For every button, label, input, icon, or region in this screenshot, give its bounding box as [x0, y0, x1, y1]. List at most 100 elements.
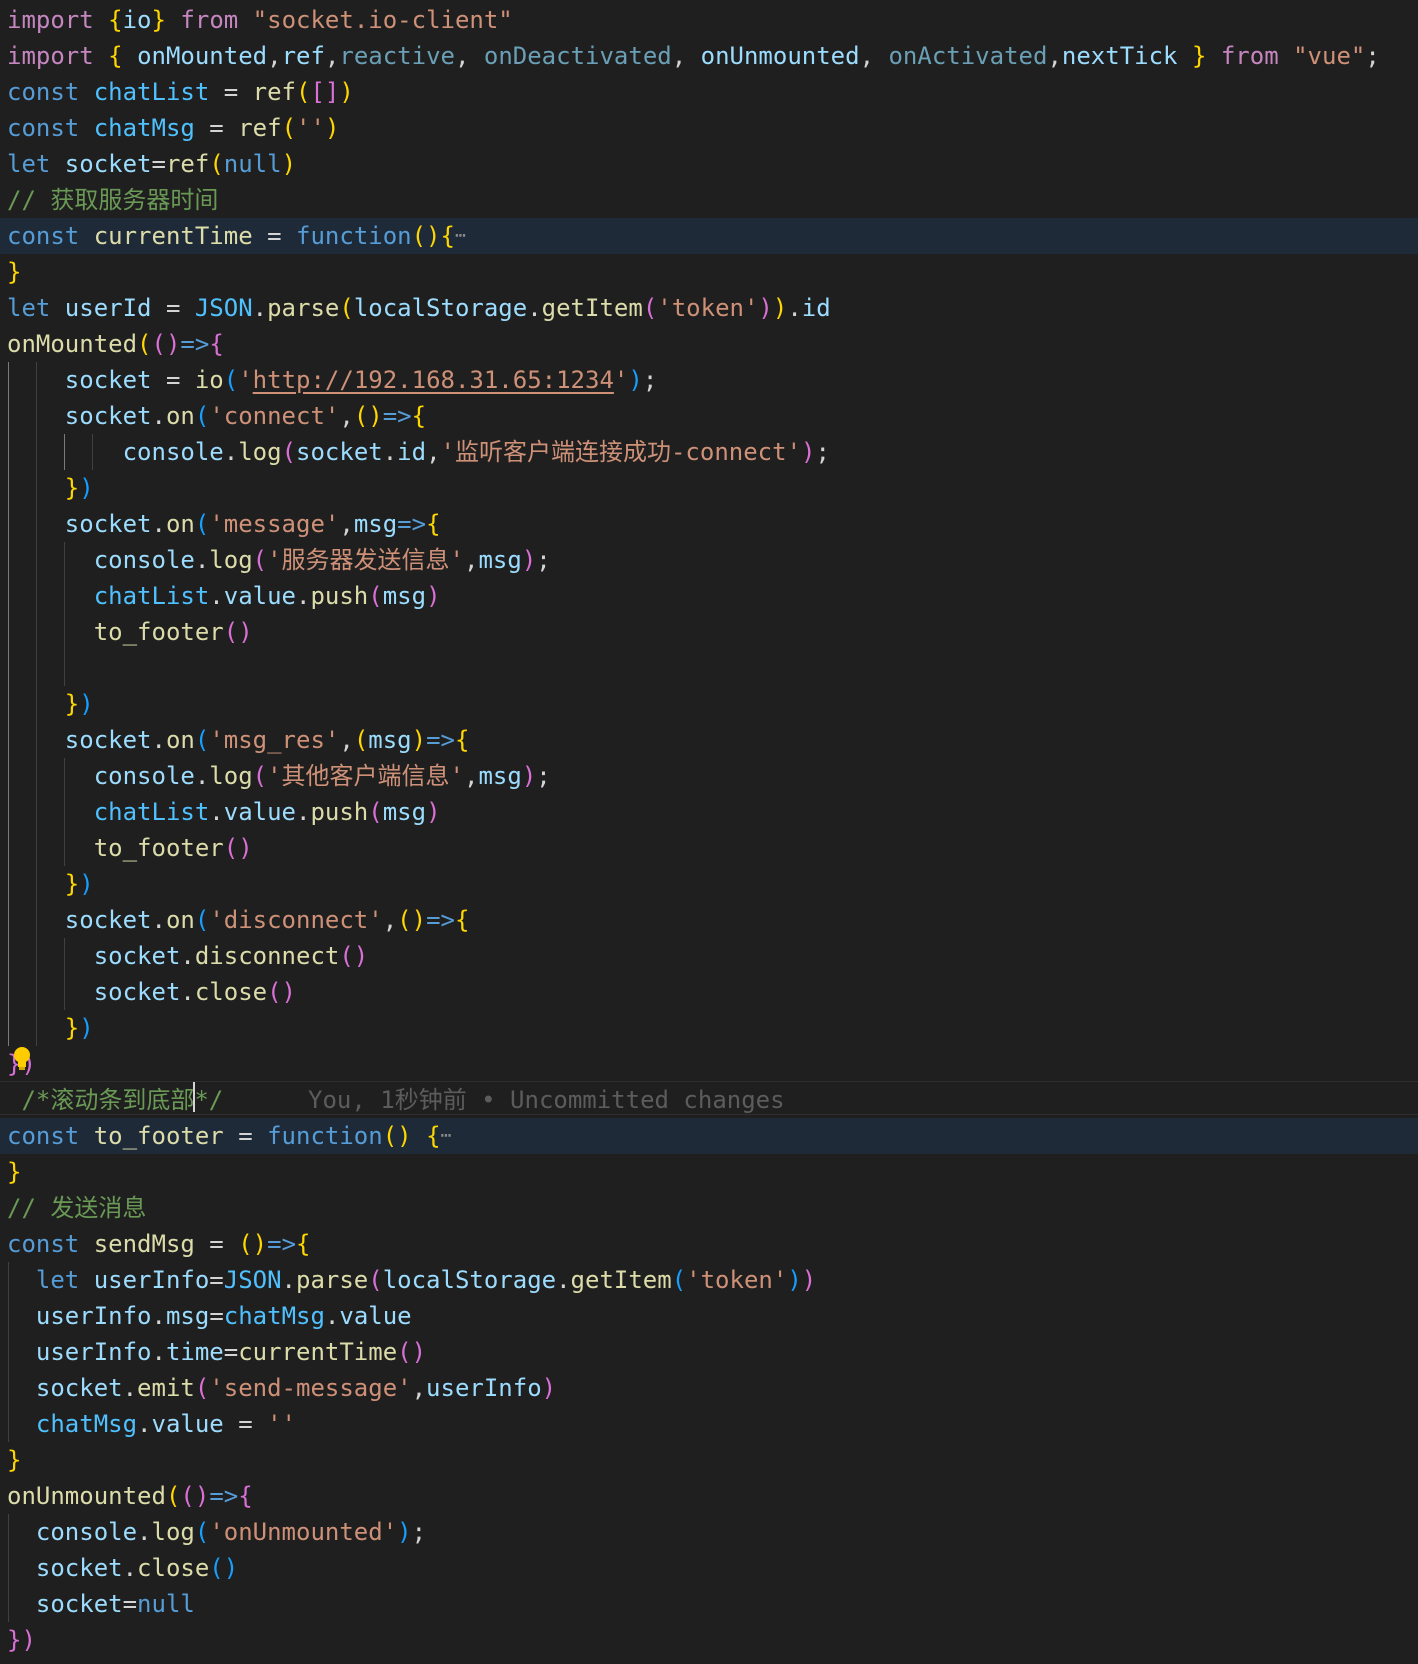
code-token: from: [1220, 42, 1294, 70]
code-token: {: [238, 1482, 253, 1510]
code-token: (): [353, 402, 383, 430]
code-line[interactable]: socket.emit('send-message',userInfo): [0, 1370, 1418, 1406]
code-line[interactable]: chatList.value.push(msg): [0, 794, 1418, 830]
code-line[interactable]: const chatList = ref([]): [0, 74, 1418, 110]
code-line[interactable]: const sendMsg = ()=>{: [0, 1226, 1418, 1262]
code-line[interactable]: socket.close(): [0, 974, 1418, 1010]
code-token: socket: [7, 510, 152, 538]
code-line[interactable]: }): [0, 1622, 1418, 1658]
git-blame-annotation: You, 1秒钟前 • Uncommitted changes: [308, 1086, 785, 1114]
code-token: .: [151, 510, 166, 538]
code-token: ,: [267, 42, 282, 70]
folded-region-ellipsis[interactable]: ⋯: [455, 225, 466, 246]
code-line[interactable]: [0, 650, 1418, 686]
code-line[interactable]: socket=null: [0, 1586, 1418, 1622]
code-line[interactable]: socket.on('message',msg=>{: [0, 506, 1418, 542]
code-line[interactable]: }): [0, 866, 1418, 902]
code-line[interactable]: userInfo.msg=chatMsg.value: [0, 1298, 1418, 1334]
code-line[interactable]: console.log('onUnmounted');: [0, 1514, 1418, 1550]
code-line[interactable]: let userInfo=JSON.parse(localStorage.get…: [0, 1262, 1418, 1298]
code-token: import: [7, 6, 109, 34]
code-token: (): [397, 1338, 427, 1366]
code-line[interactable]: to_footer(): [0, 614, 1418, 650]
code-editor[interactable]: import {io} from "socket.io-client" impor…: [0, 0, 1418, 1664]
code-token: 'onUnmounted': [209, 1518, 398, 1546]
code-line[interactable]: chatList.value.push(msg): [0, 578, 1418, 614]
code-token: {: [411, 402, 427, 430]
code-line[interactable]: socket.on('disconnect',()=>{: [0, 902, 1418, 938]
code-token: socket: [7, 942, 181, 970]
code-line[interactable]: socket.disconnect(): [0, 938, 1418, 974]
code-token: ,: [671, 42, 701, 70]
code-line[interactable]: userInfo.time=currentTime(): [0, 1334, 1418, 1370]
code-token: =>: [426, 726, 455, 754]
code-token: (): [267, 978, 296, 1006]
code-token: ;: [536, 546, 551, 574]
code-token: ): [281, 150, 297, 178]
code-line[interactable]: }): [0, 686, 1418, 722]
code-line[interactable]: socket = io('http://192.168.31.65:1234')…: [0, 362, 1418, 398]
code-token: let: [7, 1266, 94, 1294]
code-token: (: [353, 726, 369, 754]
folded-region-ellipsis[interactable]: ⋯: [441, 1125, 452, 1146]
code-line[interactable]: chatMsg.value = '': [0, 1406, 1418, 1442]
code-token: ): [426, 798, 441, 826]
code-line[interactable]: /*滚动条到底部*/ You, 1秒钟前 • Uncommitted change…: [0, 1082, 1418, 1118]
code-token: (: [339, 294, 354, 322]
code-line[interactable]: }: [0, 254, 1418, 290]
code-line[interactable]: socket.close(): [0, 1550, 1418, 1586]
code-token: userInfo: [7, 1338, 152, 1366]
code-token: log: [209, 762, 253, 790]
code-token: (: [368, 582, 383, 610]
code-token: .: [122, 1374, 138, 1402]
code-line[interactable]: console.log(socket.id,'监听客户端连接成功-connect…: [0, 434, 1418, 470]
code-token: =: [209, 78, 253, 106]
code-line[interactable]: import { onMounted,ref,reactive, onDeact…: [0, 38, 1418, 74]
code-line[interactable]: }): [0, 1010, 1418, 1046]
code-line[interactable]: let userId = JSON.parse(localStorage.get…: [0, 290, 1418, 326]
code-token: =: [209, 1266, 224, 1294]
code-line[interactable]: import {io} from "socket.io-client": [0, 2, 1418, 38]
code-token: ): [79, 690, 94, 718]
code-token: ,: [324, 42, 340, 70]
code-line[interactable]: }: [0, 1442, 1418, 1478]
code-line[interactable]: let socket=ref(null): [0, 146, 1418, 182]
code-line[interactable]: socket.on('connect',()=>{: [0, 398, 1418, 434]
code-line[interactable]: to_footer(): [0, 830, 1418, 866]
code-line[interactable]: onUnmounted(()=>{: [0, 1478, 1418, 1514]
code-token: ): [801, 438, 816, 466]
code-token: socket: [7, 402, 152, 430]
code-line[interactable]: // 获取服务器时间: [0, 182, 1418, 218]
code-line[interactable]: const currentTime = function(){⋯: [0, 218, 1418, 254]
code-token: ): [787, 1266, 802, 1294]
code-token: currentTime: [238, 1338, 398, 1366]
code-token: on: [165, 510, 195, 538]
code-token: }: [151, 6, 181, 34]
lightbulb-icon[interactable]: [12, 1046, 32, 1072]
indent-guide: [64, 542, 65, 686]
code-line[interactable]: console.log('其他客户端信息',msg);: [0, 758, 1418, 794]
code-token: JSON: [223, 1266, 282, 1294]
code-line[interactable]: // 发送消息: [0, 1190, 1418, 1226]
code-token: {: [426, 510, 441, 538]
code-token: }: [7, 690, 80, 718]
code-token: ): [324, 114, 340, 142]
code-token: 'token': [686, 1266, 788, 1294]
code-line[interactable]: socket.on('msg_res',(msg)=>{: [0, 722, 1418, 758]
code-token: '': [296, 114, 325, 142]
code-token: .: [382, 438, 398, 466]
code-line[interactable]: const chatMsg = ref(''): [0, 110, 1418, 146]
code-line[interactable]: console.log('服务器发送信息',msg);: [0, 542, 1418, 578]
code-token: chatMsg: [93, 114, 195, 142]
code-line[interactable]: onMounted(()=>{: [0, 326, 1418, 362]
code-line[interactable]: }): [0, 1046, 1418, 1082]
code-token: function: [296, 222, 412, 250]
code-token: ref: [252, 78, 297, 106]
code-line[interactable]: const to_footer = function() {⋯: [0, 1118, 1418, 1154]
code-token: 'disconnect': [209, 906, 383, 934]
code-line[interactable]: }): [0, 470, 1418, 506]
code-token: // 发送消息: [7, 1194, 147, 1222]
code-line[interactable]: }: [0, 1154, 1418, 1190]
code-token: (: [194, 726, 210, 754]
code-token: chatMsg: [223, 1302, 325, 1330]
